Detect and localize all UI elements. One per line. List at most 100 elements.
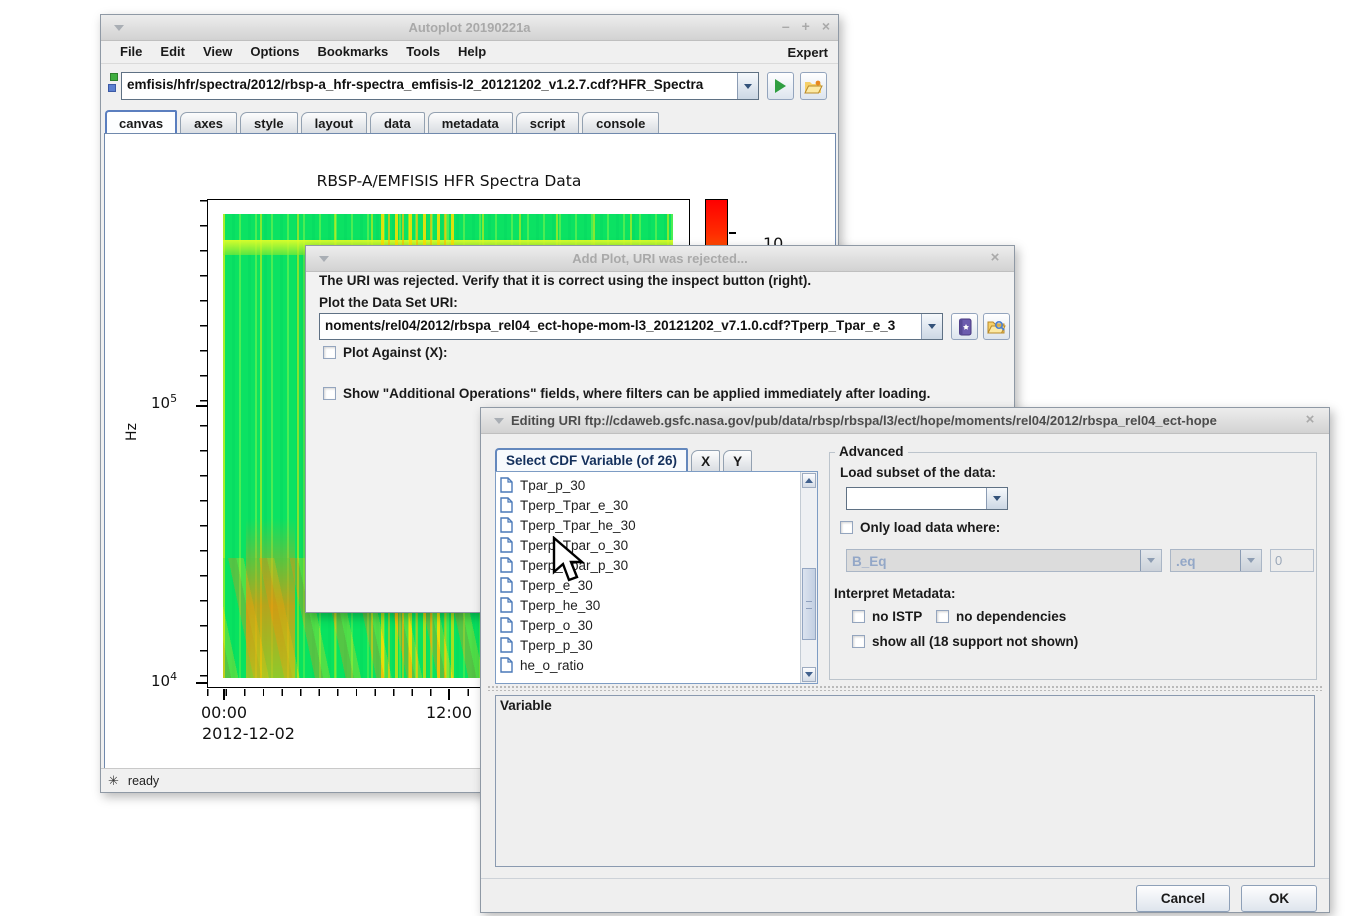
datasource-status-icon <box>108 73 122 97</box>
expert-mode-label[interactable]: Expert <box>788 45 828 60</box>
file-icon <box>500 477 513 493</box>
where-op-combo[interactable]: .eq <box>1170 549 1262 572</box>
interpret-metadata-label: Interpret Metadata: <box>834 586 956 601</box>
subset-combo[interactable] <box>846 487 1008 510</box>
play-icon <box>775 79 786 93</box>
variable-list-item[interactable]: Tperp_p_30 <box>500 635 817 655</box>
no-istp-row[interactable]: no ISTP <box>852 609 922 624</box>
tab[interactable]: console <box>582 112 659 133</box>
menu-item[interactable]: File <box>111 42 151 61</box>
tab[interactable]: data <box>370 112 425 133</box>
variable-list-item[interactable]: Tperp_Tpar_e_30 <box>500 495 817 515</box>
scrollbar-thumb[interactable] <box>802 568 816 640</box>
folder-icon <box>804 79 823 94</box>
menu-item[interactable]: Edit <box>151 42 194 61</box>
plot-against-checkbox-row[interactable]: Plot Against (X): <box>323 345 448 360</box>
show-operations-checkbox-row[interactable]: Show "Additional Operations" fields, whe… <box>323 386 930 401</box>
dataset-uri-input[interactable]: noments/rel04/2012/rbspa_rel04_ect-hope-… <box>320 314 921 339</box>
no-dependencies-label: no dependencies <box>956 609 1066 624</box>
inspect-button[interactable] <box>983 313 1010 340</box>
tab[interactable]: axes <box>180 112 237 133</box>
uri-dropdown-button[interactable] <box>737 73 758 99</box>
uri-address-combo[interactable]: emfisis/hfr/spectra/2012/rbsp-a_hfr-spec… <box>121 72 759 100</box>
menu-item[interactable]: Options <box>241 42 308 61</box>
show-all-checkbox[interactable] <box>852 635 865 648</box>
plot-against-checkbox[interactable] <box>323 346 336 359</box>
titlebar[interactable]: Autoplot 20190221a – + × <box>101 15 838 41</box>
variable-list-item[interactable]: Tpar_p_30 <box>500 475 817 495</box>
dialog-titlebar[interactable]: Editing URI ftp://cdaweb.gsfc.nasa.gov/p… <box>481 408 1329 434</box>
where-field-value[interactable]: B_Eq <box>847 550 1140 571</box>
x-tick-0000: 00:00 <box>201 703 247 722</box>
plot-title: RBSP-A/EMFISIS HFR Spectra Data <box>207 172 691 190</box>
menu-item[interactable]: View <box>194 42 241 61</box>
only-load-where-row[interactable]: Only load data where: <box>840 520 1000 535</box>
variable-list-item[interactable]: Tperp_e_30 <box>500 575 817 595</box>
no-dependencies-checkbox[interactable] <box>936 610 949 623</box>
dialog-titlebar[interactable]: Add Plot, URI was rejected... × <box>306 246 1014 272</box>
list-scrollbar[interactable] <box>800 472 817 683</box>
tab[interactable]: layout <box>301 112 367 133</box>
cdf-variable-list[interactable]: Tpar_p_30 Tperp_Tpar_e_30 Tperp_Tpar_he_… <box>495 471 818 684</box>
variable-list-item[interactable]: he_o_ratio <box>500 655 817 675</box>
tab[interactable]: canvas <box>105 110 177 133</box>
tab-y[interactable]: Y <box>723 450 752 471</box>
only-load-where-label: Only load data where: <box>860 520 1000 535</box>
maximize-button[interactable]: + <box>802 18 810 34</box>
no-dependencies-row[interactable]: no dependencies <box>936 609 1066 624</box>
plot-go-button[interactable] <box>767 72 794 100</box>
tab[interactable]: style <box>240 112 298 133</box>
menu-item[interactable]: Bookmarks <box>308 42 397 61</box>
where-field-dropdown[interactable] <box>1140 550 1161 571</box>
show-all-row[interactable]: show all (18 support not shown) <box>852 634 1078 649</box>
show-operations-checkbox[interactable] <box>323 387 336 400</box>
subset-value[interactable] <box>847 488 986 509</box>
no-istp-checkbox[interactable] <box>852 610 865 623</box>
variable-list-item[interactable]: Tperp_Tpar_he_30 <box>500 515 817 535</box>
close-button[interactable]: × <box>986 249 1004 266</box>
scroll-up-button[interactable] <box>802 473 816 488</box>
minimize-button[interactable]: – <box>782 18 790 34</box>
uri-field-label: Plot the Data Set URI: <box>319 295 458 310</box>
file-icon <box>500 597 513 613</box>
tab[interactable]: script <box>516 112 579 133</box>
file-icon <box>500 617 513 633</box>
split-pane-divider[interactable] <box>487 685 1323 691</box>
where-value-field[interactable]: 0 <box>1270 549 1314 572</box>
variable-tabs: Select CDF Variable (of 26) X Y <box>495 448 752 471</box>
y-tick-1e4: 104 <box>151 670 177 690</box>
window-menu-icon[interactable] <box>494 418 504 424</box>
variable-list-item[interactable]: Tperp_he_30 <box>500 595 817 615</box>
dataset-uri-combo[interactable]: noments/rel04/2012/rbspa_rel04_ect-hope-… <box>319 313 943 340</box>
bookmark-button[interactable] <box>951 313 978 340</box>
load-subset-label: Load subset of the data: <box>840 465 996 480</box>
scroll-down-button[interactable] <box>802 667 816 682</box>
open-file-button[interactable] <box>800 72 827 100</box>
editing-uri-dialog: Editing URI ftp://cdaweb.gsfc.nasa.gov/p… <box>480 407 1330 913</box>
variable-list-item[interactable]: Tperp_Tpar_o_30 <box>500 535 817 555</box>
tab[interactable]: metadata <box>428 112 513 133</box>
tab-select-cdf-variable[interactable]: Select CDF Variable (of 26) <box>495 448 688 471</box>
menu-item[interactable]: Help <box>449 42 495 61</box>
mouse-cursor <box>551 536 593 582</box>
variable-list-item[interactable]: Tperp_Tpar_p_30 <box>500 555 817 575</box>
close-button[interactable]: × <box>822 18 830 34</box>
cancel-button[interactable]: Cancel <box>1136 885 1230 912</box>
file-icon <box>500 637 513 653</box>
ok-button[interactable]: OK <box>1241 885 1317 912</box>
x-axis-date: 2012-12-02 <box>202 724 295 743</box>
uri-input[interactable]: emfisis/hfr/spectra/2012/rbsp-a_hfr-spec… <box>122 73 737 99</box>
where-op-value[interactable]: .eq <box>1171 550 1240 571</box>
close-button[interactable]: × <box>1301 411 1319 428</box>
only-load-where-checkbox[interactable] <box>840 521 853 534</box>
variable-list-item[interactable]: Tperp_o_30 <box>500 615 817 635</box>
where-field-combo[interactable]: B_Eq <box>846 549 1162 572</box>
uri-dropdown-button[interactable] <box>921 314 942 339</box>
dialog-title: Add Plot, URI was rejected... <box>306 251 1014 266</box>
subset-dropdown-button[interactable] <box>986 488 1007 509</box>
menu-item[interactable]: Tools <box>397 42 449 61</box>
where-op-dropdown[interactable] <box>1240 550 1261 571</box>
tab-x[interactable]: X <box>691 450 720 471</box>
show-all-label: show all (18 support not shown) <box>872 634 1078 649</box>
show-operations-label: Show "Additional Operations" fields, whe… <box>343 386 930 401</box>
